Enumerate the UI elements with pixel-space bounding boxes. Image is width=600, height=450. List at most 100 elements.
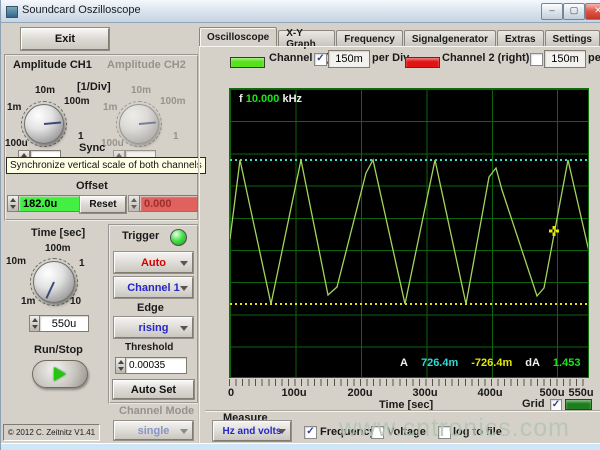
time-scale-100m: 100m	[45, 243, 71, 254]
time-knob-needle	[45, 282, 55, 300]
offset-label: Offset	[76, 180, 108, 192]
ch2-scale-1m: 1m	[103, 102, 117, 113]
frequency-checkbox[interactable]: ✓	[304, 426, 317, 439]
chevron-down-icon	[180, 286, 188, 291]
tab-settings[interactable]: Settings	[545, 30, 600, 47]
amplitude-ch2-knob[interactable]	[119, 104, 159, 144]
watermark: www.cntronics.com	[339, 414, 570, 443]
auto-set-button[interactable]: Auto Set	[113, 380, 194, 399]
channel2-enable-checkbox[interactable]	[530, 53, 543, 66]
channel2-label: Channel 2 (right)	[442, 52, 529, 64]
window-title: Soundcard Oszilloscope	[22, 4, 141, 16]
tab-strip: Oscilloscope X-Y Graph Frequency Signalg…	[199, 28, 600, 47]
channel1-color-swatch	[230, 57, 265, 68]
edge-label: Edge	[137, 302, 164, 314]
ch2-knob-needle	[139, 121, 157, 125]
amplitude-ch1-title: Amplitude CH1	[13, 59, 92, 71]
x-tick-0: 0	[228, 387, 234, 399]
chevron-down-icon	[180, 429, 188, 434]
app-window: Soundcard Oszilloscope – ▢ ✕ Exit Amplit…	[0, 0, 600, 450]
pane-divider	[198, 47, 199, 443]
close-button[interactable]: ✕	[585, 3, 600, 20]
offset-ch2-field[interactable]: 0.000	[139, 195, 198, 212]
tab-signalgenerator[interactable]: Signalgenerator	[404, 30, 496, 47]
run-stop-label: Run/Stop	[34, 344, 83, 356]
ch1-scale-100u: 100u	[5, 138, 28, 149]
x-axis-ticks	[229, 379, 589, 386]
minimize-button[interactable]: –	[541, 3, 563, 20]
time-title: Time [sec]	[31, 227, 85, 239]
ch1-scale-100m: 100m	[64, 96, 90, 107]
tab-xy-graph[interactable]: X-Y Graph	[278, 30, 335, 47]
x-tick-200u: 200u	[347, 387, 372, 399]
time-scale-1m: 1m	[21, 296, 35, 307]
measure-divider	[205, 410, 600, 411]
time-value-field[interactable]: 550u	[39, 315, 89, 332]
channel1-enable-checkbox[interactable]: ✓	[314, 53, 327, 66]
channel1-div-field[interactable]: 150m	[328, 50, 370, 68]
trigger-edge-dropdown[interactable]: rising	[114, 317, 193, 338]
a-label: A	[400, 357, 408, 369]
ch1-scale-1m: 1m	[7, 102, 21, 113]
amplitude-ch1-knob[interactable]	[24, 104, 64, 144]
reset-button[interactable]: Reset	[80, 196, 126, 213]
time-scale-1: 1	[79, 258, 85, 269]
measure-mode-dropdown[interactable]: Hz and volts	[213, 421, 291, 441]
waveform-polyline	[230, 160, 588, 304]
ch2-scale-100m: 100m	[160, 96, 186, 107]
amplitude-readout: A 726.4m -726.4m dA 1.453	[400, 357, 580, 369]
trigger-source-dropdown[interactable]: Channel 1	[114, 277, 193, 298]
chevron-down-icon	[180, 261, 188, 266]
channel2-div-field[interactable]: 150m	[544, 50, 586, 68]
exit-button[interactable]: Exit	[21, 28, 109, 50]
amplitude-ch2-title: Amplitude CH2	[107, 59, 186, 71]
run-stop-button[interactable]	[32, 360, 88, 388]
tab-oscilloscope[interactable]: Oscilloscope	[199, 27, 277, 47]
trigger-title: Trigger	[122, 230, 159, 242]
amplitude-unit-label: [1/Div]	[77, 81, 111, 93]
threshold-field[interactable]: 0.00035	[125, 357, 187, 374]
trigger-groupbox	[108, 224, 199, 404]
trigger-led	[170, 229, 187, 246]
play-icon	[54, 367, 66, 381]
app-icon	[6, 6, 18, 18]
da-value: 1.453	[553, 357, 581, 369]
time-scale-10m: 10m	[6, 256, 26, 267]
channel1-per-div-label: per Div	[372, 52, 409, 64]
ch1-scale-10m: 10m	[35, 85, 55, 96]
grid-label: Grid	[522, 398, 545, 410]
a-upper-value: 726.4m	[421, 357, 458, 369]
x-tick-300u: 300u	[412, 387, 437, 399]
channel2-color-swatch	[405, 57, 440, 68]
tab-content-edge	[199, 46, 600, 47]
a-lower-value: -726.4m	[471, 357, 512, 369]
ch2-scale-1: 1	[173, 131, 179, 142]
scope-display[interactable]: f 10.000 kHz A 726.4m -726.4m dA 1.453	[229, 88, 589, 378]
chevron-down-icon	[278, 429, 286, 434]
sync-label: Sync	[79, 142, 105, 154]
offset-ch1-field[interactable]: 182.0u	[18, 195, 81, 212]
copyright-label: © 2012 C. Zeitnitz V1.41	[3, 424, 100, 441]
tab-extras[interactable]: Extras	[497, 30, 544, 47]
time-knob[interactable]	[33, 261, 75, 303]
ch1-knob-needle	[44, 121, 62, 125]
ch1-scale-1: 1	[78, 131, 84, 142]
maximize-button[interactable]: ▢	[563, 3, 585, 20]
x-tick-400u: 400u	[477, 387, 502, 399]
title-bar[interactable]: Soundcard Oszilloscope – ▢ ✕	[1, 0, 600, 23]
x-tick-100u: 100u	[281, 387, 306, 399]
window-bottom-edge	[1, 443, 600, 450]
channel-mode-label: Channel Mode	[119, 405, 194, 417]
ch2-scale-10m: 10m	[131, 85, 151, 96]
channel-mode-dropdown[interactable]: single	[114, 421, 193, 440]
da-label: dA	[525, 357, 540, 369]
threshold-label: Threshold	[125, 342, 173, 353]
cursor-marker[interactable]	[549, 226, 559, 236]
trigger-mode-dropdown[interactable]: Auto	[114, 252, 193, 273]
waveform	[230, 89, 588, 377]
grid-color-swatch	[565, 399, 592, 410]
sync-tooltip: Synchronize vertical scale of both chann…	[6, 157, 206, 174]
tab-frequency[interactable]: Frequency	[336, 30, 403, 47]
chevron-down-icon	[180, 326, 188, 331]
channel2-per-div-label: per Div	[588, 52, 600, 64]
